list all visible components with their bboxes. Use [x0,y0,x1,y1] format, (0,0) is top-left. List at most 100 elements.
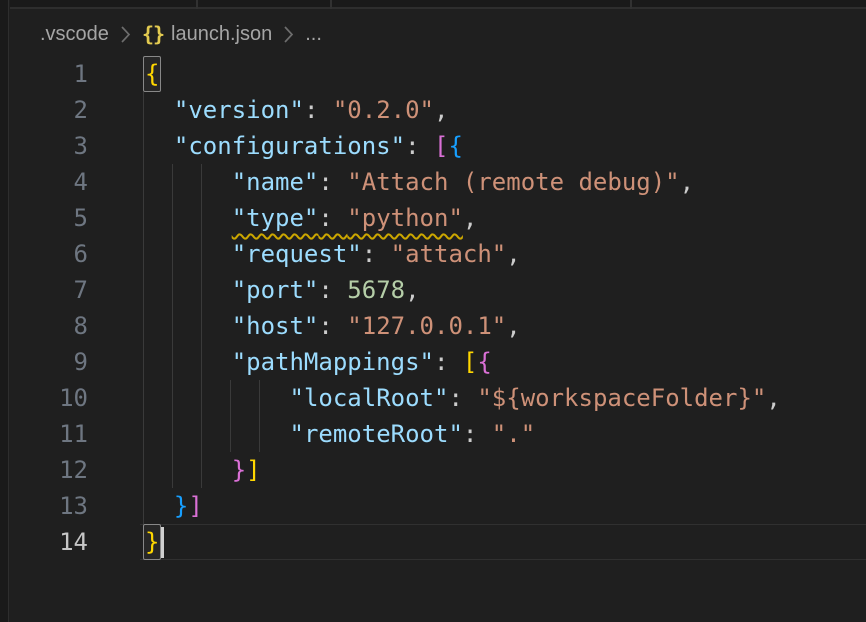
warning-squiggle-token: "python" [347,204,463,232]
code-text: "pathMappings": [{ [145,344,492,380]
token: "${workspaceFolder}" [477,384,766,412]
breadcrumb-file[interactable]: {} launch.json [142,22,272,46]
tab-divider [630,0,632,9]
token: : [304,96,333,124]
token: : [318,276,347,304]
token: ] [188,492,202,520]
token: "127.0.0.1" [347,312,506,340]
token: : [318,168,347,196]
line-number[interactable]: 6 [10,236,88,272]
code-text: "name": "Attach (remote debug)", [145,164,694,200]
breadcrumb-folder[interactable]: .vscode [40,23,109,46]
code-line-4[interactable]: 4 "name": "Attach (remote debug)", [10,164,866,200]
line-number[interactable]: 12 [10,452,88,488]
line-number[interactable]: 10 [10,380,88,416]
current-line-highlight [140,524,866,560]
code-text: "host": "127.0.0.1", [145,308,521,344]
indent-guide [143,92,144,128]
token: , [680,168,694,196]
code-text: } [145,524,159,560]
matched-bracket: } [144,525,160,559]
indent-guide [143,416,144,452]
line-number[interactable]: 2 [10,92,88,128]
code-line-2[interactable]: 2 "version": "0.2.0", [10,92,866,128]
token: , [463,204,477,232]
code-line-1[interactable]: 1{ [10,56,866,92]
token: "remoteRoot" [290,420,463,448]
indent-guide [143,200,144,236]
token: } [174,492,188,520]
code-line-12[interactable]: 12}] [10,452,866,488]
token: : [463,420,492,448]
breadcrumb-symbol-overflow[interactable]: ... [305,23,322,46]
editor-code-area[interactable]: 1{2"version": "0.2.0",3"configurations":… [10,56,866,622]
code-line-6[interactable]: 6"request": "attach", [10,236,866,272]
breadcrumb: .vscode {} launch.json ... [40,12,322,56]
code-text: "port": 5678, [145,272,420,308]
token: : [405,132,434,160]
token: [ [434,132,448,160]
code-text: "localRoot": "${workspaceFolder}", [145,380,781,416]
warning-squiggle-token: "type" [232,204,319,232]
tab-bar[interactable] [10,0,866,9]
warning-squiggle-token: : [318,204,347,232]
token: "request" [232,240,362,268]
token: 5678 [347,276,405,304]
indent-guide [143,452,144,488]
line-number[interactable]: 14 [10,524,88,560]
token: , [506,240,520,268]
line-number[interactable]: 9 [10,344,88,380]
token: "name" [232,168,319,196]
token: : [448,384,477,412]
indent-guide [143,128,144,164]
code-text: "configurations": [{ [145,128,463,164]
code-text: "type": "python", [145,200,477,236]
indent-guide [143,272,144,308]
line-number[interactable]: 13 [10,488,88,524]
code-text: }] [145,488,203,524]
code-line-10[interactable]: 10 "localRoot": "${workspaceFolder}", [10,380,866,416]
token: "host" [232,312,319,340]
indent-guide [143,308,144,344]
line-number[interactable]: 1 [10,56,88,92]
tab-divider [330,0,332,9]
token: : [318,312,347,340]
code-line-5[interactable]: 5 "type": "python", [10,200,866,236]
token: : [362,240,391,268]
text-cursor [161,527,164,558]
line-number[interactable]: 4 [10,164,88,200]
indent-guide [143,488,144,524]
chevron-right-icon [120,25,131,44]
line-number[interactable]: 5 [10,200,88,236]
line-number[interactable]: 7 [10,272,88,308]
code-text: { [145,56,159,92]
token: ] [246,456,260,484]
token: "localRoot" [290,384,449,412]
code-line-3[interactable]: 3 "configurations": [{ [10,128,866,164]
token: "0.2.0" [333,96,434,124]
chevron-right-icon [283,25,294,44]
vscode-editor-window: .vscode {} launch.json ... 1{2"version":… [0,0,866,622]
token: { [477,348,491,376]
token: , [405,276,419,304]
code-line-14[interactable]: 14} [10,524,866,560]
token: } [232,456,246,484]
code-text: "version": "0.2.0", [145,92,448,128]
editor-left-edge [0,0,9,622]
token: , [766,384,780,412]
code-line-8[interactable]: 8 "host": "127.0.0.1", [10,308,866,344]
code-line-9[interactable]: 9 "pathMappings": [{ [10,344,866,380]
line-number[interactable]: 11 [10,416,88,452]
token: "configurations" [174,132,405,160]
line-number[interactable]: 8 [10,308,88,344]
indent-guide [143,236,144,272]
line-number[interactable]: 3 [10,128,88,164]
indent-guide [143,344,144,380]
code-line-11[interactable]: 11"remoteRoot": "." [10,416,866,452]
token: "port" [232,276,319,304]
token: [ [463,348,477,376]
code-line-13[interactable]: 13}] [10,488,866,524]
code-line-7[interactable]: 7 "port": 5678, [10,272,866,308]
token: "Attach (remote debug)" [347,168,679,196]
token: { [448,132,462,160]
